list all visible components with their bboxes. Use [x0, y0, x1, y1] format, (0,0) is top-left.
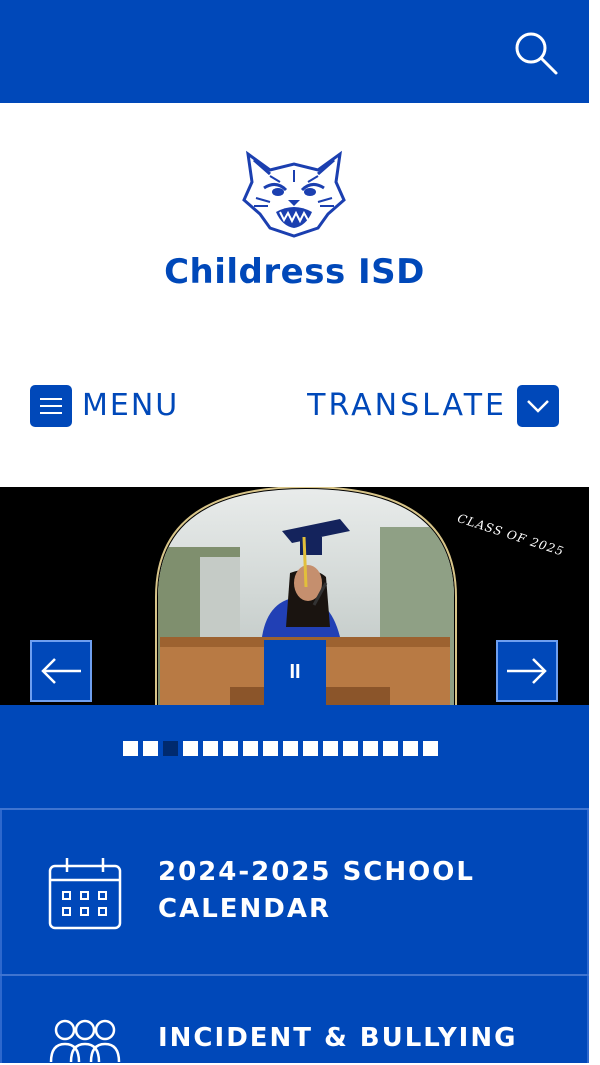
- translate-label: TRANSLATE: [307, 388, 507, 423]
- slide-dot[interactable]: [123, 741, 138, 756]
- quick-link-label-line1: 2024-2025 SCHOOL: [158, 857, 475, 887]
- slide-dot[interactable]: [203, 741, 218, 756]
- slide-dot[interactable]: [303, 741, 318, 756]
- arrow-right-icon: [507, 658, 547, 684]
- slide-dots: [123, 741, 438, 756]
- calendar-icon: [48, 858, 122, 930]
- menu-button[interactable]: MENU: [30, 384, 179, 427]
- slide-dot[interactable]: [263, 741, 278, 756]
- prev-slide-button[interactable]: [30, 640, 92, 702]
- slide-dot[interactable]: [343, 741, 358, 756]
- slide-dot[interactable]: [423, 741, 438, 756]
- slide-dot[interactable]: [383, 741, 398, 756]
- wildcat-mascot-icon: [242, 150, 346, 238]
- school-name[interactable]: Childress ISD: [0, 252, 589, 292]
- search-icon: [515, 32, 558, 75]
- slide-dot[interactable]: [283, 741, 298, 756]
- arrow-left-icon: [41, 658, 81, 684]
- quick-link-label: INCIDENT & BULLYING: [158, 1020, 538, 1057]
- quick-link-calendar[interactable]: 2024-2025 SCHOOL CALENDAR: [0, 810, 589, 974]
- quick-link-label-line2: CALENDAR: [158, 894, 332, 924]
- pause-icon: II: [289, 661, 301, 683]
- slide-dot[interactable]: [363, 741, 378, 756]
- people-icon: [49, 1019, 121, 1063]
- hamburger-icon: [30, 384, 72, 427]
- search-button[interactable]: [510, 27, 562, 79]
- wildcat-logo[interactable]: [240, 148, 348, 238]
- slide-dot[interactable]: [323, 741, 338, 756]
- slider-pagination: [0, 705, 589, 808]
- slide-dot[interactable]: [403, 741, 418, 756]
- quick-link-incident-bullying[interactable]: INCIDENT & BULLYING: [0, 976, 589, 1065]
- quick-link-label-line1: INCIDENT & BULLYING: [158, 1023, 518, 1053]
- quick-link-label: 2024-2025 SCHOOL CALENDAR: [158, 854, 538, 928]
- translate-button[interactable]: TRANSLATE: [307, 384, 559, 427]
- page: Childress ISD MENU TRANSLATE CLASS OF 20…: [0, 0, 589, 1065]
- slide-dot[interactable]: [243, 741, 258, 756]
- chevron-down-icon: [517, 384, 559, 427]
- slide-dot[interactable]: [143, 741, 158, 756]
- slide-dot[interactable]: [183, 741, 198, 756]
- next-slide-button[interactable]: [496, 640, 558, 702]
- pause-slideshow-button[interactable]: II: [264, 640, 326, 705]
- top-bar: [0, 0, 589, 103]
- slide-dot[interactable]: [163, 741, 178, 756]
- menu-label: MENU: [82, 388, 180, 423]
- slide-dot[interactable]: [223, 741, 238, 756]
